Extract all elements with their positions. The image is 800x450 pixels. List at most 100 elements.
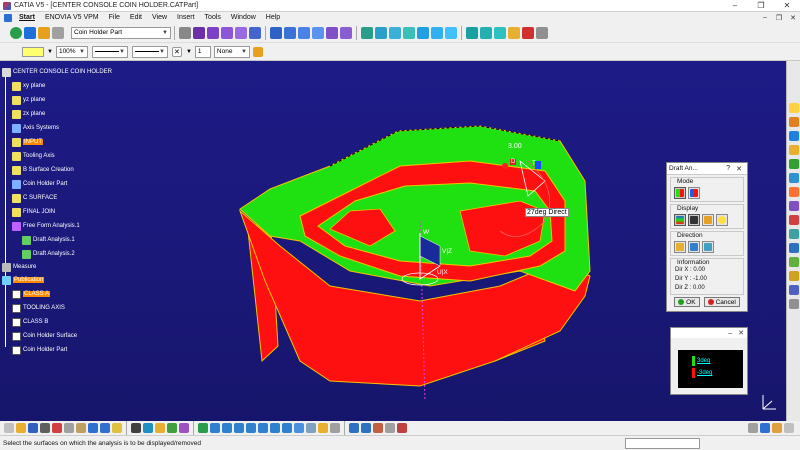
- invert-direction-button[interactable]: [702, 241, 714, 253]
- revolve-surface-icon[interactable]: [221, 26, 233, 39]
- full-mode-button[interactable]: [688, 187, 700, 199]
- join-icon[interactable]: [270, 26, 282, 39]
- pan-icon[interactable]: [222, 423, 232, 433]
- law-tool-icon[interactable]: [167, 423, 177, 433]
- paste-icon[interactable]: [76, 423, 86, 433]
- on-the-fly-button[interactable]: [688, 214, 700, 226]
- lock-direction-button[interactable]: [688, 241, 700, 253]
- boundary-icon[interactable]: [312, 26, 324, 39]
- chevron-down-icon[interactable]: ▼: [47, 49, 53, 55]
- line-icon[interactable]: [788, 131, 799, 141]
- layer-select[interactable]: None ▼: [213, 45, 250, 58]
- part-design-icon[interactable]: [52, 26, 64, 39]
- tree-item-b-surface[interactable]: B Surface Creation: [12, 165, 74, 175]
- mapping-button[interactable]: [702, 214, 714, 226]
- legend-negative[interactable]: -3deg: [692, 368, 712, 378]
- fillet-icon[interactable]: [340, 26, 352, 39]
- design-table-icon[interactable]: [155, 423, 165, 433]
- corner-icon[interactable]: [788, 215, 799, 225]
- tree-item-tooling-axis[interactable]: Tooling Axis: [12, 151, 55, 161]
- command-input[interactable]: [625, 438, 700, 449]
- redo-icon[interactable]: [100, 423, 110, 433]
- whats-this-icon[interactable]: [112, 423, 122, 433]
- copy-icon[interactable]: [64, 423, 74, 433]
- helix-icon[interactable]: [788, 243, 799, 253]
- extrude-surface-icon[interactable]: [207, 26, 219, 39]
- open-icon[interactable]: [16, 423, 26, 433]
- affinity-icon[interactable]: [417, 26, 429, 39]
- split-icon[interactable]: [284, 26, 296, 39]
- knowledge-icon[interactable]: [143, 423, 153, 433]
- cycle-icon[interactable]: [10, 26, 22, 39]
- save-icon[interactable]: [28, 423, 38, 433]
- tree-item-axis-systems[interactable]: Axis Systems: [12, 123, 59, 133]
- layer-number-select[interactable]: 1: [194, 45, 211, 58]
- translate-icon[interactable]: [361, 26, 373, 39]
- dialog-close-button[interactable]: ✕: [733, 165, 745, 173]
- circle-icon[interactable]: [788, 187, 799, 197]
- formula-icon[interactable]: [131, 423, 141, 433]
- hide-show-icon[interactable]: [318, 423, 328, 433]
- menu-edit[interactable]: Edit: [125, 14, 147, 21]
- menu-window[interactable]: Window: [226, 14, 261, 21]
- tree-item-yz-plane[interactable]: yz plane: [12, 95, 45, 105]
- measure-between-icon[interactable]: [349, 423, 359, 433]
- cancel-button[interactable]: Cancel: [703, 297, 740, 307]
- legend-positive[interactable]: 3deg: [692, 356, 710, 366]
- tools-icon[interactable]: [760, 423, 770, 433]
- extract-icon[interactable]: [326, 26, 338, 39]
- doc-close-button[interactable]: ✕: [786, 14, 800, 22]
- zoom-out-icon[interactable]: [258, 423, 268, 433]
- rotate-icon[interactable]: [375, 26, 387, 39]
- tree-item-c-surface[interactable]: C SURFACE: [12, 193, 57, 203]
- intersection-icon[interactable]: [788, 173, 799, 183]
- transparency-select[interactable]: 100% ▼: [55, 45, 88, 58]
- ok-button[interactable]: OK: [674, 297, 700, 307]
- tree-item-draft-analysis-1[interactable]: Draft Analysis.1: [22, 235, 75, 245]
- print-icon[interactable]: [40, 423, 50, 433]
- curvature-icon[interactable]: [494, 26, 506, 39]
- projection-icon[interactable]: [788, 159, 799, 169]
- update-icon[interactable]: [397, 423, 407, 433]
- plane-tool-icon[interactable]: [788, 145, 799, 155]
- menu-help[interactable]: Help: [261, 14, 285, 21]
- menu-start[interactable]: Start: [14, 14, 40, 21]
- minimize-button[interactable]: –: [722, 1, 748, 10]
- catalog-icon[interactable]: [748, 423, 758, 433]
- reaction-icon[interactable]: [179, 423, 189, 433]
- scale-minimize-button[interactable]: –: [728, 330, 732, 337]
- rotate-view-icon[interactable]: [234, 423, 244, 433]
- color-swatch[interactable]: [22, 46, 44, 57]
- offset-icon[interactable]: [788, 257, 799, 267]
- tree-item-input[interactable]: INPUT: [12, 137, 43, 147]
- draft-analysis-icon[interactable]: [508, 26, 520, 39]
- compass-tool-icon[interactable]: [784, 423, 794, 433]
- axis-to-axis-icon[interactable]: [431, 26, 443, 39]
- copy-icon[interactable]: [179, 26, 191, 39]
- shading-icon[interactable]: [306, 423, 316, 433]
- scaling-icon[interactable]: [403, 26, 415, 39]
- line-type-select[interactable]: ▼: [131, 45, 168, 58]
- trim-icon[interactable]: [298, 26, 310, 39]
- point-icon[interactable]: [788, 117, 799, 127]
- light-button[interactable]: [716, 214, 728, 226]
- swap-space-icon[interactable]: [330, 423, 340, 433]
- painter-icon[interactable]: [252, 46, 263, 57]
- porcupine-icon[interactable]: [522, 26, 534, 39]
- scale-close-button[interactable]: ✕: [738, 329, 744, 337]
- chevron-down-icon[interactable]: ▼: [186, 49, 192, 55]
- cut-icon[interactable]: [52, 423, 62, 433]
- dress-up-icon[interactable]: [24, 26, 36, 39]
- connect-checker-icon[interactable]: [480, 26, 492, 39]
- menu-tools[interactable]: Tools: [200, 14, 226, 21]
- zoom-in-icon[interactable]: [246, 423, 256, 433]
- help-button[interactable]: ?: [723, 165, 733, 172]
- tree-item-xy-plane[interactable]: xy plane: [12, 81, 45, 91]
- menu-file[interactable]: File: [104, 14, 125, 21]
- spline-icon[interactable]: [788, 201, 799, 211]
- tree-item-coin-holder-part[interactable]: Coin Holder Part: [12, 179, 67, 189]
- tree-item-final-join[interactable]: FINAL JOIN: [12, 207, 55, 217]
- tree-item-class-b[interactable]: CLASS B: [12, 317, 48, 327]
- folder-icon[interactable]: [38, 26, 50, 39]
- macro-icon[interactable]: [772, 423, 782, 433]
